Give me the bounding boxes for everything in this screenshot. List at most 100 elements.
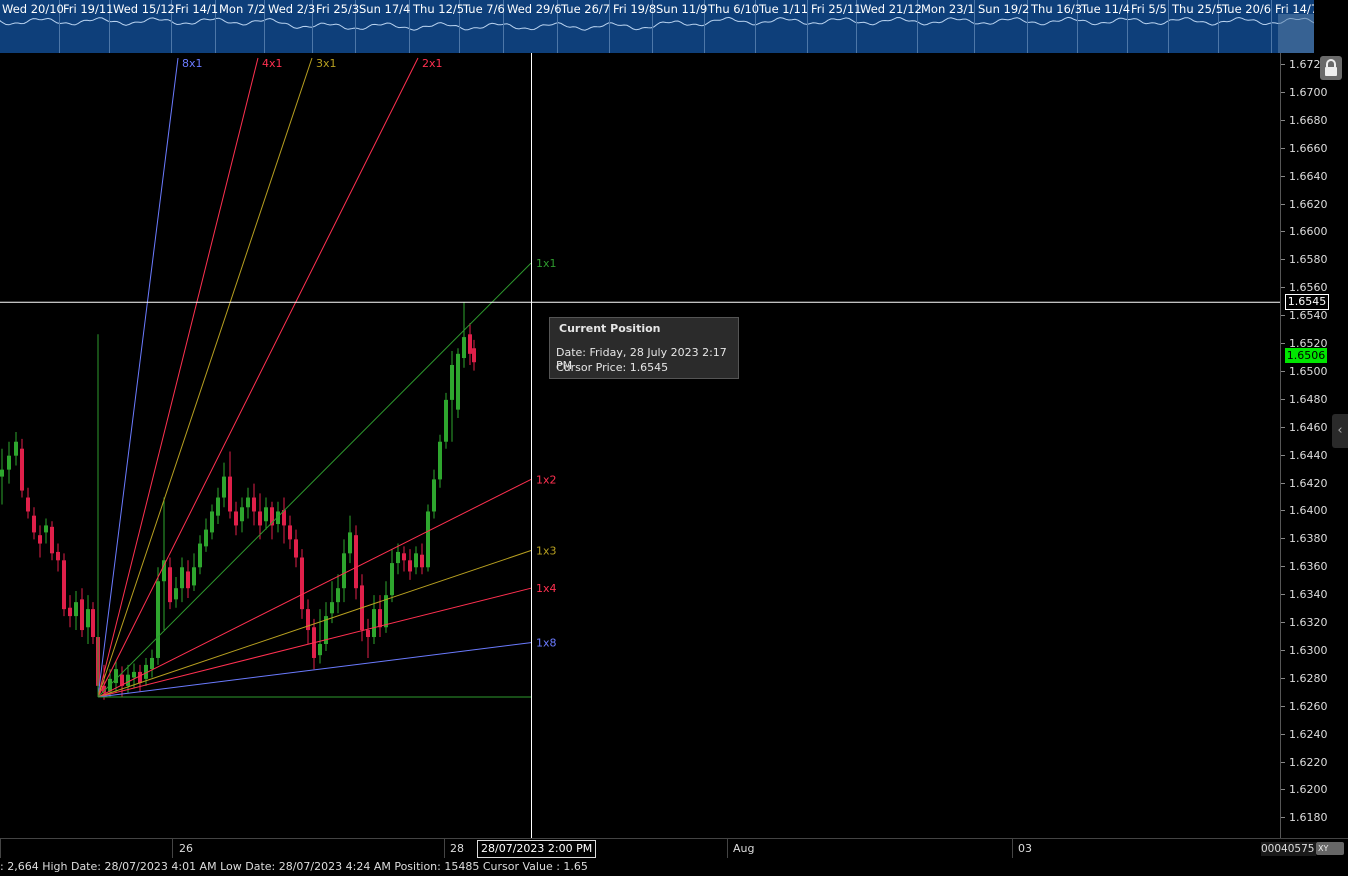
time-axis[interactable]: 26 28 Aug 03 28/07/2023 2:00 PM 00040575… — [0, 838, 1348, 859]
overview-date-label: Mon 23/1 — [921, 2, 975, 16]
candle-body — [472, 348, 476, 363]
candle-body — [26, 497, 30, 512]
candle-body — [444, 399, 448, 442]
candle-body — [372, 609, 376, 638]
price-tick-label: 1.6380 — [1289, 532, 1328, 546]
overview-date-label: Wed 21/12 — [860, 2, 922, 16]
overview-date-label: Wed 15/12 — [113, 2, 175, 16]
candle-body — [228, 476, 232, 512]
tooltip-title: Current Position — [559, 322, 661, 335]
candle-body — [156, 581, 160, 658]
candle-body — [174, 588, 178, 600]
overview-date-label: Tue 11/4 — [1081, 2, 1131, 16]
price-tick-label: 1.6240 — [1289, 727, 1328, 741]
overview-date-label: Wed 20/10 — [2, 2, 64, 16]
candle-body — [7, 455, 11, 470]
gann-fan-line-4x1 — [97, 57, 259, 698]
candle-body — [258, 511, 262, 526]
candle-body — [216, 497, 220, 516]
candle-body — [288, 525, 292, 540]
candle-body — [390, 563, 394, 596]
overview-date-label: Fri 14/1 — [175, 2, 219, 16]
candle-body — [222, 476, 226, 498]
overview-navigator[interactable]: Wed 20/10 Fri 19/11 Wed 15/12 Fri 14/1 Mon 7… — [0, 0, 1314, 53]
candle-body — [210, 511, 214, 533]
candle-body — [50, 526, 54, 554]
price-tick-label: 1.6640 — [1289, 169, 1328, 183]
candle-body — [348, 532, 352, 554]
gann-fan-label-3x1: 3x1 — [316, 57, 337, 70]
candle-body — [378, 609, 382, 628]
gann-fan-label-4x1: 4x1 — [262, 57, 283, 70]
candle-body — [14, 441, 18, 456]
tooltip-price: Cursor Price: 1.6545 — [556, 361, 669, 374]
overview-date-label: Fri 14/7 — [1275, 2, 1314, 16]
price-tick-label: 1.6220 — [1289, 755, 1328, 769]
candle-body — [198, 543, 202, 568]
price-tick-label: 1.6600 — [1289, 225, 1328, 239]
price-tick-label: 1.6340 — [1289, 588, 1328, 602]
cursor-price-label: 1.6545 — [1285, 294, 1329, 310]
candle-body — [38, 535, 42, 544]
price-tick-label: 1.6400 — [1289, 504, 1328, 518]
candle-body — [252, 497, 256, 512]
price-tick-label: 1.6180 — [1289, 811, 1328, 825]
overview-date-label: Fri 19/11 — [63, 2, 114, 16]
price-tick-label: 1.6300 — [1289, 643, 1328, 657]
price-tick-label: 1.6660 — [1289, 141, 1328, 155]
overview-date-label: Thu 6/10 — [708, 2, 760, 16]
candle-body — [420, 554, 424, 568]
candle-body — [432, 479, 436, 512]
xy-toggle-button[interactable]: XY — [1316, 842, 1344, 855]
gann-fan-line-1x4 — [97, 587, 532, 698]
candle-body — [462, 337, 466, 359]
overview-date-label: Thu 16/3 — [1031, 2, 1083, 16]
candle-body — [62, 560, 66, 610]
candle-body — [246, 497, 250, 508]
candle-body — [32, 515, 36, 533]
gann-fan-label-1x4: 1x4 — [536, 582, 557, 595]
candle-body — [318, 644, 322, 656]
gann-fan-line-2x1 — [97, 57, 419, 698]
candle-body — [0, 469, 4, 477]
candle-body — [204, 529, 208, 547]
candle-body — [300, 557, 304, 610]
price-chart-area[interactable]: 8x1 4x1 3x1 2x1 1x1 1x2 1x3 1x4 1x8 — [0, 53, 1280, 838]
candle-body — [180, 567, 184, 589]
candle-body — [408, 560, 412, 572]
candle-body — [438, 441, 442, 480]
candle-body — [330, 602, 334, 614]
candle-body — [342, 553, 346, 589]
overview-date-label: Fri 25/3 — [316, 2, 360, 16]
gann-fan-label-1x2: 1x2 — [536, 473, 557, 486]
price-tick-label: 1.6460 — [1289, 420, 1328, 434]
overview-date-label: Tue 1/11 — [759, 2, 809, 16]
candle-body — [132, 671, 136, 678]
time-label-28: 28 — [450, 842, 464, 855]
price-tick-label: 1.6540 — [1289, 309, 1328, 323]
candle-body — [450, 365, 454, 400]
candle-body — [336, 588, 340, 603]
price-tick-label: 1.6420 — [1289, 476, 1328, 490]
price-tick-label: 1.6700 — [1289, 85, 1328, 99]
overview-date-label: Thu 12/5 — [413, 2, 465, 16]
gann-fan-label-1x3: 1x3 — [536, 545, 557, 558]
collapse-panel-chevron-icon[interactable]: ‹ — [1332, 414, 1348, 448]
candle-body — [150, 657, 154, 670]
overview-date-label: Fri 5/5 — [1131, 2, 1167, 16]
candle-body — [294, 539, 298, 558]
overview-date-labels: Wed 20/10 Fri 19/11 Wed 15/12 Fri 14/1 Mon 7… — [0, 2, 1314, 20]
lock-icon[interactable] — [1320, 56, 1342, 80]
candle-body — [366, 630, 370, 638]
overview-date-label: Sun 17/4 — [359, 2, 411, 16]
overview-right-spacer — [1314, 0, 1348, 53]
candle-body — [414, 553, 418, 568]
price-tick-label: 1.6680 — [1289, 113, 1328, 127]
price-tick-label: 1.6440 — [1289, 448, 1328, 462]
overview-date-label: Mon 7/2 — [219, 2, 266, 16]
candle-body — [264, 507, 268, 522]
price-tick-label: 1.6480 — [1289, 392, 1328, 406]
overview-date-label: Sun 11/9 — [656, 2, 708, 16]
price-tick-label: 1.6580 — [1289, 253, 1328, 267]
overview-date-label: Wed 29/6 — [507, 2, 562, 16]
